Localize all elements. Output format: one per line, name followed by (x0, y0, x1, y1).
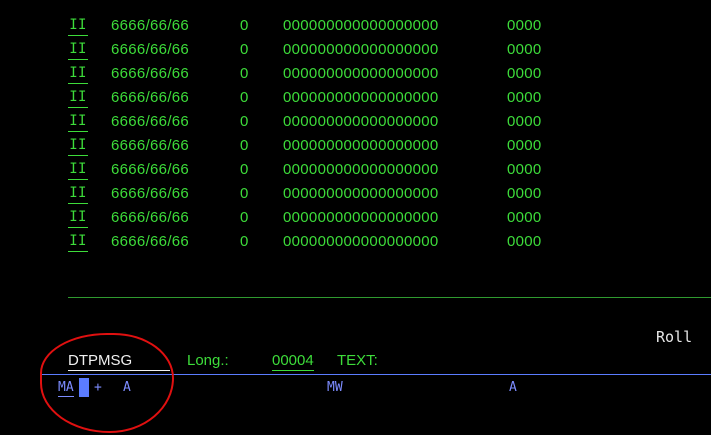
row-date: 6666/66/66 (111, 41, 190, 58)
row-date: 6666/66/66 (111, 137, 190, 154)
row-flag-field[interactable]: II (68, 231, 88, 252)
field-name-input[interactable]: DTPMSG (68, 352, 170, 371)
attribute-a-first: A (123, 380, 131, 395)
row-number: 000000000000000000 (283, 233, 439, 250)
row-date: 6666/66/66 (111, 233, 190, 250)
row-code: 0000 (507, 41, 542, 58)
row-date: 6666/66/66 (111, 65, 190, 82)
text-label: TEXT: (337, 352, 378, 369)
row-date: 6666/66/66 (111, 185, 190, 202)
row-flag-field[interactable]: II (68, 183, 88, 204)
row-zero: 0 (240, 137, 249, 154)
row-zero: 0 (240, 161, 249, 178)
attribute-a-second: A (509, 380, 517, 395)
row-zero: 0 (240, 113, 249, 130)
row-flag-field[interactable]: II (68, 135, 88, 156)
row-zero: 0 (240, 65, 249, 82)
row-code: 0000 (507, 161, 542, 178)
row-number: 000000000000000000 (283, 185, 439, 202)
ma-input-field[interactable]: MA (58, 380, 74, 397)
row-number: 000000000000000000 (283, 209, 439, 226)
row-number: 000000000000000000 (283, 89, 439, 106)
row-number: 000000000000000000 (283, 137, 439, 154)
plus-indicator: + (94, 380, 102, 395)
terminal-screen: II 6666/66/66 0 000000000000000000 0000 … (0, 0, 711, 435)
row-flag-field[interactable]: II (68, 111, 88, 132)
row-zero: 0 (240, 209, 249, 226)
row-flag-field[interactable]: II (68, 63, 88, 84)
long-value-field[interactable]: 00004 (272, 352, 314, 371)
row-zero: 0 (240, 41, 249, 58)
row-code: 0000 (507, 113, 542, 130)
row-date: 6666/66/66 (111, 113, 190, 130)
row-flag-field[interactable]: II (68, 39, 88, 60)
row-code: 0000 (507, 185, 542, 202)
row-zero: 0 (240, 17, 249, 34)
roll-indicator: Roll (656, 328, 693, 346)
row-flag-field[interactable]: II (68, 15, 88, 36)
row-zero: 0 (240, 89, 249, 106)
row-number: 000000000000000000 (283, 161, 439, 178)
row-flag-field[interactable]: II (68, 87, 88, 108)
row-date: 6666/66/66 (111, 89, 190, 106)
row-code: 0000 (507, 209, 542, 226)
row-number: 000000000000000000 (283, 17, 439, 34)
green-divider (68, 297, 711, 298)
row-code: 0000 (507, 65, 542, 82)
long-label: Long.: (187, 352, 229, 369)
row-number: 000000000000000000 (283, 41, 439, 58)
row-flag-field[interactable]: II (68, 159, 88, 180)
attribute-mw: MW (327, 380, 343, 395)
row-code: 0000 (507, 17, 542, 34)
row-number: 000000000000000000 (283, 65, 439, 82)
blue-divider (42, 374, 711, 375)
row-date: 6666/66/66 (111, 161, 190, 178)
row-code: 0000 (507, 89, 542, 106)
row-zero: 0 (240, 233, 249, 250)
row-zero: 0 (240, 185, 249, 202)
row-flag-field[interactable]: II (68, 207, 88, 228)
text-cursor (79, 378, 89, 397)
row-date: 6666/66/66 (111, 17, 190, 34)
row-date: 6666/66/66 (111, 209, 190, 226)
row-code: 0000 (507, 137, 542, 154)
row-number: 000000000000000000 (283, 113, 439, 130)
row-code: 0000 (507, 233, 542, 250)
